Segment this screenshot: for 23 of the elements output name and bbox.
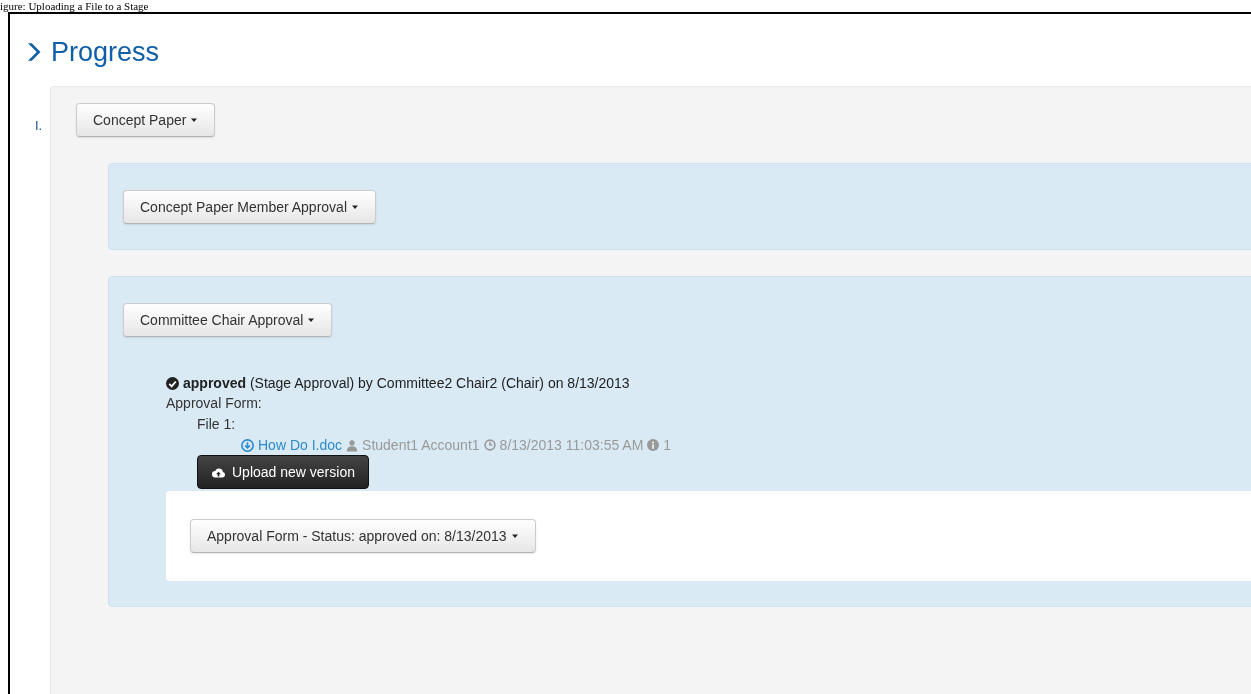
caret-icon — [307, 316, 316, 324]
file-time: 8/13/2013 11:03:55 AM — [499, 437, 644, 453]
caret-icon — [351, 203, 359, 211]
file-user: Student1 Account1 — [362, 437, 480, 453]
file-label: File 1: — [197, 416, 237, 432]
page-title: Progress — [51, 36, 160, 68]
approval-status: approved (Stage Approval) by Committee2 Chair2 (Chair) on 8/13/2013 — [183, 375, 630, 391]
dropdown-button[interactable]: Approval Form - Status: approved on: 8/13/2013 — [190, 519, 536, 553]
figure-caption: igure: Uploading a File to a Stage — [0, 0, 150, 12]
user-icon — [346, 438, 359, 452]
stage-number: I. — [34, 117, 44, 135]
download-icon — [241, 438, 254, 452]
dropdown-button[interactable]: Committee Chair Approval — [123, 303, 333, 337]
upload-button[interactable]: Upload new version — [197, 455, 369, 489]
info-icon — [647, 439, 660, 451]
check-circle-icon — [166, 376, 179, 390]
dropdown-button[interactable]: Concept Paper — [76, 103, 216, 137]
dropdown-button[interactable]: Concept Paper Member Approval — [123, 190, 376, 224]
file-version: 1 — [663, 437, 672, 453]
caret-icon — [510, 532, 519, 540]
caret-icon — [190, 116, 199, 124]
form-label: Approval Form: — [166, 395, 263, 411]
clock-icon — [483, 439, 496, 451]
